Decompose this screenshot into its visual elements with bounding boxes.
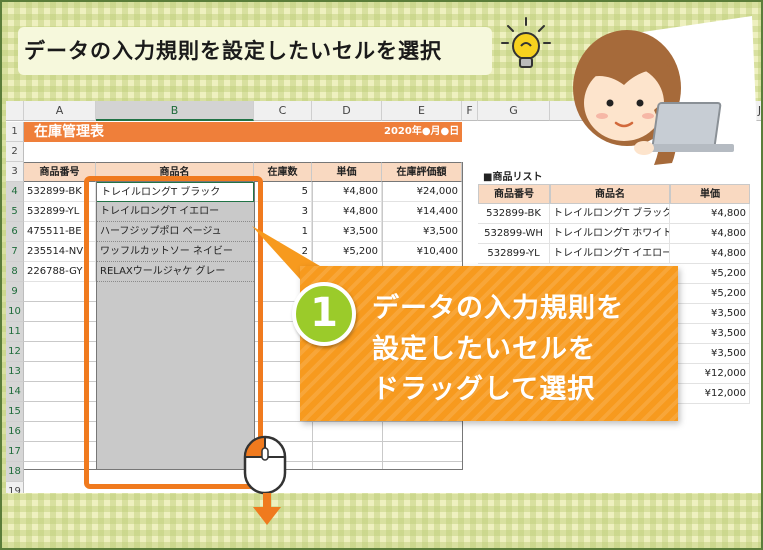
product-list-name[interactable]: トレイルロングT イエロー bbox=[550, 244, 670, 264]
row-header[interactable]: 2 bbox=[6, 142, 24, 162]
product-list-price[interactable]: ¥5,200 bbox=[670, 264, 750, 284]
arrow-down-icon bbox=[253, 493, 281, 525]
product-list-price[interactable]: ¥12,000 bbox=[670, 384, 750, 404]
row-header[interactable]: 17 bbox=[6, 442, 24, 462]
product-list-price[interactable]: ¥4,800 bbox=[670, 224, 750, 244]
row-header[interactable]: 3 bbox=[6, 162, 24, 182]
row-header[interactable]: 15 bbox=[6, 402, 24, 422]
cell-value[interactable]: ¥10,400 bbox=[382, 242, 462, 262]
product-list-code[interactable]: 532899-BK bbox=[478, 204, 550, 224]
column-header-d[interactable]: D bbox=[312, 101, 382, 121]
product-list-name[interactable]: トレイルロングT ブラック bbox=[550, 204, 670, 224]
sheet-date: 2020年●月●日 bbox=[384, 126, 460, 137]
row-header[interactable]: 5 bbox=[6, 202, 24, 222]
header-cell-value[interactable]: 在庫評価額 bbox=[382, 162, 462, 182]
selection-highlight bbox=[84, 176, 263, 489]
product-list-header-name[interactable]: 商品名 bbox=[550, 184, 670, 204]
callout-line-1: データの入力規則を bbox=[372, 293, 624, 324]
row-header[interactable]: 10 bbox=[6, 302, 24, 322]
cell-value[interactable]: ¥3,500 bbox=[382, 222, 462, 242]
row-header[interactable]: 8 bbox=[6, 262, 24, 282]
product-list-price[interactable]: ¥5,200 bbox=[670, 284, 750, 304]
cell-value[interactable]: ¥14,400 bbox=[382, 202, 462, 222]
product-list-price[interactable]: ¥4,800 bbox=[670, 204, 750, 224]
product-list-price[interactable]: ¥4,800 bbox=[670, 244, 750, 264]
product-list-code[interactable]: 532899-YL bbox=[478, 244, 550, 264]
select-all-corner[interactable] bbox=[6, 101, 24, 121]
column-header-c[interactable]: C bbox=[254, 101, 312, 121]
product-list-name[interactable]: トレイルロングT ホワイト bbox=[550, 224, 670, 244]
mouse-drag-icon bbox=[243, 435, 287, 495]
row-header[interactable]: 18 bbox=[6, 462, 24, 482]
product-list-price[interactable]: ¥3,500 bbox=[670, 324, 750, 344]
row-header[interactable]: 9 bbox=[6, 282, 24, 302]
column-header-e[interactable]: E bbox=[382, 101, 462, 121]
row-header[interactable]: 4 bbox=[6, 182, 24, 202]
lightbulb-icon bbox=[501, 17, 551, 68]
header-cell-qty[interactable]: 在庫数 bbox=[254, 162, 312, 182]
tutorial-title: データの入力規則を設定したいセルを選択 bbox=[24, 39, 442, 63]
character-illustration bbox=[573, 16, 758, 168]
row-header[interactable]: 16 bbox=[6, 422, 24, 442]
row-header[interactable]: 19 bbox=[6, 482, 24, 493]
column-header-a[interactable]: A bbox=[24, 101, 96, 121]
cell-value[interactable]: ¥24,000 bbox=[382, 182, 462, 202]
row-header[interactable]: 14 bbox=[6, 382, 24, 402]
tutorial-frame: データの入力規則を設定したいセルを選択 A B C D E F G H I J … bbox=[0, 0, 763, 550]
cell-price[interactable]: ¥3,500 bbox=[312, 222, 382, 242]
header-cell-price[interactable]: 単価 bbox=[312, 162, 382, 182]
row-header[interactable]: 7 bbox=[6, 242, 24, 262]
product-list-price[interactable]: ¥12,000 bbox=[670, 364, 750, 384]
row-header[interactable]: 13 bbox=[6, 362, 24, 382]
sheet-title: 在庫管理表 bbox=[34, 124, 104, 140]
row-header[interactable]: 1 bbox=[6, 122, 24, 142]
callout-line-3: ドラッグして選択 bbox=[372, 374, 596, 405]
product-list-price[interactable]: ¥3,500 bbox=[670, 344, 750, 364]
callout-line-2: 設定したいセルを bbox=[372, 334, 596, 365]
column-header-b[interactable]: B bbox=[96, 101, 254, 121]
step-number: 1 bbox=[292, 282, 356, 346]
row-header[interactable]: 6 bbox=[6, 222, 24, 242]
product-list-header-price[interactable]: 単価 bbox=[670, 184, 750, 204]
column-header-f[interactable]: F bbox=[462, 101, 478, 121]
product-list-price[interactable]: ¥3,500 bbox=[670, 304, 750, 324]
cell-price[interactable]: ¥5,200 bbox=[312, 242, 382, 262]
row-header[interactable]: 12 bbox=[6, 342, 24, 362]
product-list-code[interactable]: 532899-WH bbox=[478, 224, 550, 244]
cell-price[interactable]: ¥4,800 bbox=[312, 202, 382, 222]
column-header-g[interactable]: G bbox=[478, 101, 550, 121]
cell-price[interactable]: ¥4,800 bbox=[312, 182, 382, 202]
product-list-header-code[interactable]: 商品番号 bbox=[478, 184, 550, 204]
row-header[interactable]: 11 bbox=[6, 322, 24, 342]
